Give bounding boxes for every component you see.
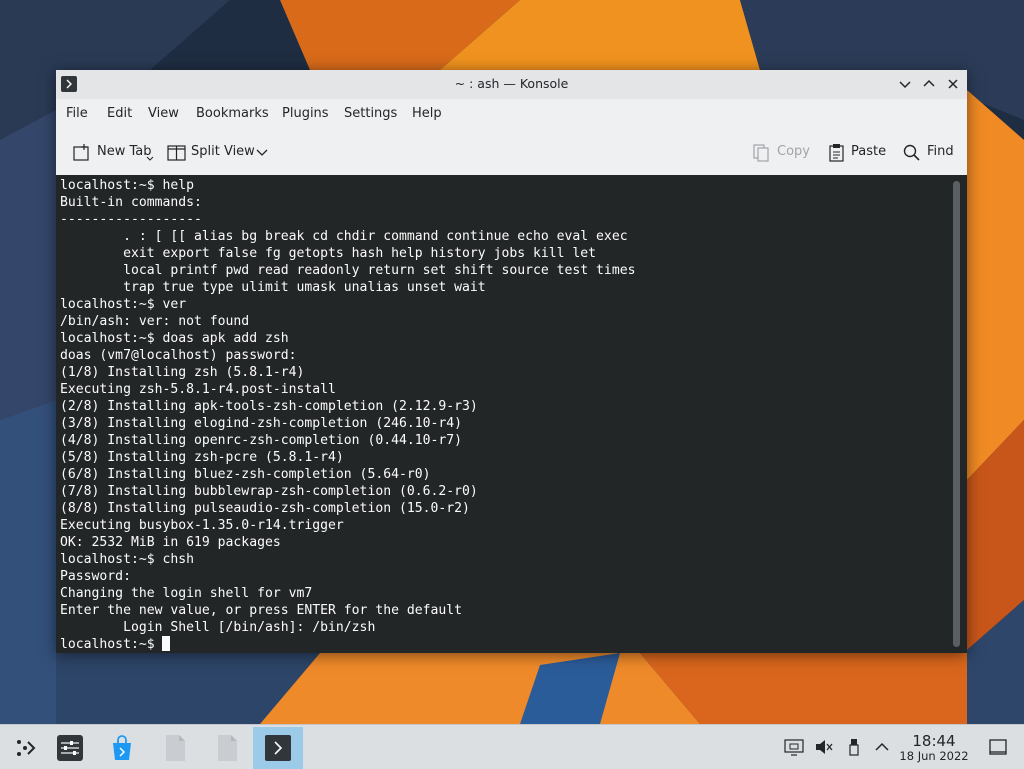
- terminal-line: Login Shell [/bin/ash]: /bin/zsh: [123, 620, 376, 635]
- menu-settings[interactable]: Settings: [344, 106, 397, 121]
- terminal-line: trap true type ulimit umask unalias unse…: [123, 280, 486, 295]
- new-tab-button[interactable]: New Tab: [72, 142, 154, 164]
- task-konsole[interactable]: [253, 727, 303, 769]
- copy-button[interactable]: Copy: [752, 142, 812, 164]
- menu-edit[interactable]: Edit: [107, 106, 132, 121]
- terminal-line: ------------------: [60, 212, 202, 227]
- terminal-line: (5/8) Installing zsh-pcre (5.8.1-r4): [60, 450, 344, 465]
- window-task-icon: [166, 735, 185, 761]
- terminal-line: localhost:~$ chsh: [60, 552, 195, 567]
- copy-icon: [753, 144, 769, 162]
- discover-store-icon: [113, 735, 131, 760]
- search-icon: [903, 144, 920, 161]
- terminal-line: localhost:~$ help: [60, 178, 195, 193]
- clock-date[interactable]: 18 Jun 2022: [898, 749, 970, 763]
- menu-bar: File Edit View Bookmarks Plugins Setting…: [56, 100, 967, 128]
- terminal-output: localhost:~$ help Built-in commands: ---…: [60, 177, 635, 653]
- terminal-prompt: localhost:~$: [60, 637, 163, 652]
- terminal-line: exit export false fg getopts hash help h…: [123, 246, 597, 261]
- terminal-line: (8/8) Installing pulseaudio-zsh-completi…: [60, 501, 470, 516]
- menu-plugins[interactable]: Plugins: [282, 106, 329, 121]
- menu-bookmarks[interactable]: Bookmarks: [196, 106, 269, 121]
- terminal-line: Password:: [60, 569, 131, 584]
- terminal-line: Changing the login shell for vm7: [60, 586, 313, 601]
- find-label: Find: [927, 144, 954, 159]
- close-icon: [948, 79, 958, 89]
- terminal-line: Executing zsh-5.8.1-r4.post-install: [60, 382, 336, 397]
- terminal-scrollbar[interactable]: [953, 181, 960, 647]
- system-settings-icon: [57, 735, 83, 761]
- terminal-line: localhost:~$ ver: [60, 297, 187, 312]
- application-launcher-icon: [17, 740, 36, 756]
- split-view-button[interactable]: Split View: [167, 142, 272, 164]
- terminal-line: (7/8) Installing bubblewrap-zsh-completi…: [60, 484, 478, 499]
- terminal-line: . : [ [[ alias bg break cd chdir command…: [123, 229, 628, 244]
- paste-label: Paste: [851, 144, 887, 159]
- volume-muted-icon[interactable]: [814, 737, 834, 757]
- maximize-button[interactable]: [920, 75, 938, 93]
- chevron-down-icon: [899, 81, 911, 89]
- display-config-icon[interactable]: [784, 737, 804, 757]
- task-window-1[interactable]: [150, 727, 200, 769]
- terminal-line: (1/8) Installing zsh (5.8.1-r4): [60, 365, 305, 380]
- main-toolbar: New Tab Split View Copy Paste Find: [56, 133, 967, 173]
- window-title: ~ : ash — Konsole: [454, 76, 569, 91]
- usb-device-icon[interactable]: [844, 737, 864, 757]
- chevron-up-icon: [923, 79, 935, 87]
- terminal-line: (3/8) Installing elogind-zsh-completion …: [60, 416, 463, 431]
- terminal-line: Built-in commands:: [60, 195, 202, 210]
- copy-label: Copy: [777, 144, 810, 159]
- application-launcher-button[interactable]: [0, 727, 50, 769]
- terminal-line: localhost:~$ doas apk add zsh: [60, 331, 289, 346]
- close-button[interactable]: [944, 75, 962, 93]
- chevron-down-icon: [256, 149, 268, 156]
- menu-help[interactable]: Help: [412, 106, 442, 121]
- new-tab-icon: [73, 144, 89, 161]
- terminal-line: local printf pwd read readonly return se…: [123, 263, 636, 278]
- terminal-line: OK: 2532 MiB in 619 packages: [60, 535, 281, 550]
- clock-time[interactable]: 18:44: [900, 732, 968, 750]
- terminal-view[interactable]: localhost:~$ help Built-in commands: ---…: [56, 175, 967, 653]
- paste-button[interactable]: Paste: [827, 142, 887, 164]
- text-cursor: [162, 636, 171, 651]
- terminal-line: Enter the new value, or press ENTER for …: [60, 603, 463, 618]
- terminal-line: (2/8) Installing apk-tools-zsh-completio…: [60, 399, 478, 414]
- paste-icon: [829, 144, 844, 162]
- title-bar[interactable]: ~ : ash — Konsole: [56, 70, 967, 99]
- terminal-lines: localhost:~$ help Built-in commands: ---…: [60, 178, 635, 635]
- task-window-2[interactable]: [202, 727, 252, 769]
- split-view-label: Split View: [191, 144, 255, 159]
- split-view-icon: [167, 145, 186, 161]
- chevron-up-icon[interactable]: [872, 737, 892, 757]
- terminal-line: doas (vm7@localhost) password:: [60, 348, 297, 363]
- window-task-icon: [218, 735, 237, 761]
- menu-view[interactable]: View: [148, 106, 179, 121]
- new-tab-label: New Tab: [97, 144, 152, 159]
- konsole-icon: [265, 735, 291, 761]
- terminal-line: /bin/ash: ver: not found: [60, 314, 250, 329]
- taskbar: 18:44 18 Jun 2022: [0, 724, 1024, 769]
- task-system-settings[interactable]: [45, 727, 95, 769]
- find-button[interactable]: Find: [902, 142, 957, 164]
- task-discover[interactable]: [97, 727, 147, 769]
- show-desktop-icon[interactable]: [988, 737, 1008, 757]
- minimize-button[interactable]: [896, 75, 914, 93]
- menu-file[interactable]: File: [66, 106, 88, 121]
- terminal-line: Executing busybox-1.35.0-r14.trigger: [60, 518, 344, 533]
- konsole-window: ~ : ash — Konsole File Edit View Bookmar…: [56, 70, 967, 653]
- terminal-line: (4/8) Installing openrc-zsh-completion (…: [60, 433, 463, 448]
- dropdown-arrow-icon: [146, 156, 154, 161]
- terminal-line: (6/8) Installing bluez-zsh-completion (5…: [60, 467, 431, 482]
